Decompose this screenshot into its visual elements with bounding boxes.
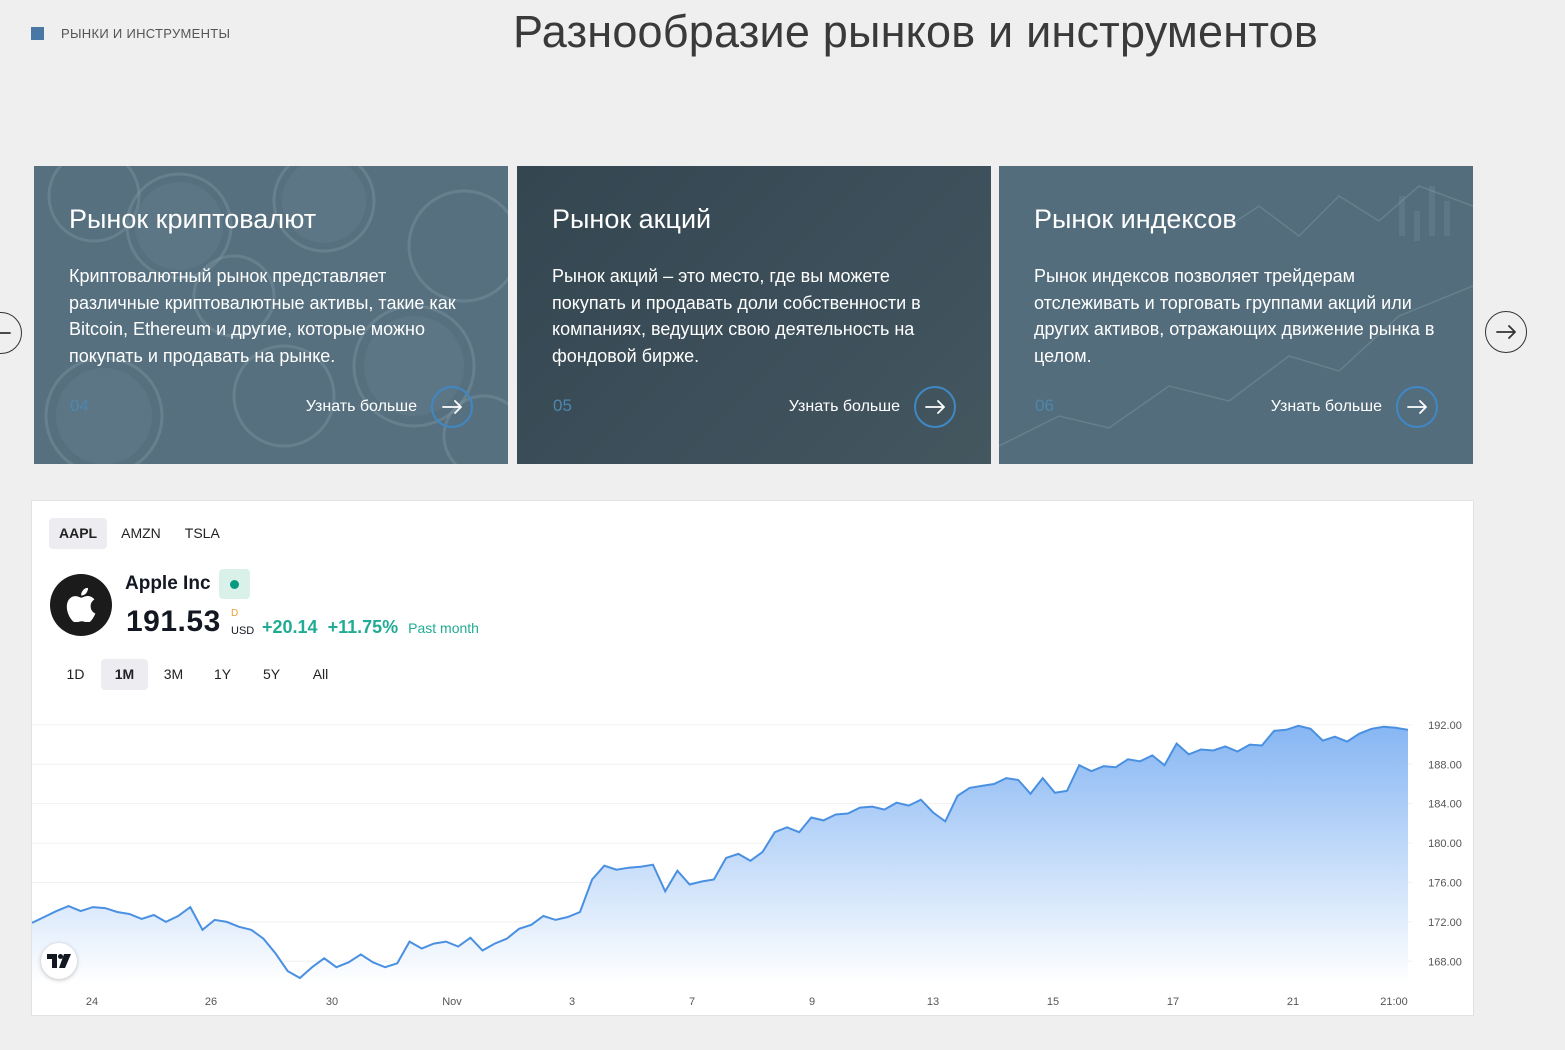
y-tick-label: 172.00 [1428, 917, 1462, 929]
card-number: 06 [1035, 396, 1054, 415]
y-tick-label: 180.00 [1428, 838, 1462, 850]
price-currency: USD [231, 625, 255, 637]
range-5y[interactable]: 5Y [248, 659, 295, 690]
apple-logo-icon [50, 574, 112, 636]
tab-aapl[interactable]: AAPL [49, 518, 108, 549]
tab-tsla[interactable]: TSLA [175, 518, 230, 549]
learn-more-label: Узнать больше [1270, 398, 1382, 415]
page-title: Разнообразие рынков и инструментов [513, 6, 1318, 57]
x-tick-label: 15 [1047, 996, 1059, 1008]
card-title: Рынок криптовалют [69, 204, 317, 234]
x-tick-label: 13 [927, 996, 939, 1008]
range-all[interactable]: All [297, 659, 344, 690]
card-title: Рынок акций [552, 204, 712, 234]
card-number: 04 [70, 396, 89, 415]
x-tick-label: 24 [86, 996, 98, 1008]
y-tick-label: 192.00 [1428, 720, 1462, 732]
tab-amzn[interactable]: AMZN [111, 518, 171, 549]
status-dot-icon [230, 579, 239, 589]
x-tick-label: Nov [442, 996, 462, 1008]
arrow-right-circle-icon[interactable] [1396, 386, 1438, 428]
arrow-right-circle-icon[interactable] [914, 386, 956, 428]
section-tag-label: РЫНКИ И ИНСТРУМЕНТЫ [61, 26, 231, 41]
y-tick-label: 168.00 [1428, 956, 1462, 968]
market-card-indices[interactable]: Рынок индексов Рынок индексов позволяет … [999, 166, 1473, 464]
stock-chart-widget: AAPL AMZN TSLA Apple Inc 191.53 D USD +2… [31, 500, 1474, 1016]
change-absolute: +20.14 [262, 617, 318, 637]
learn-more-label: Узнать больше [788, 398, 900, 415]
company-name: Apple Inc [125, 573, 211, 594]
section-tag: РЫНКИ И ИНСТРУМЕНТЫ [31, 26, 230, 41]
carousel-next-button[interactable] [1485, 311, 1527, 353]
market-card-stocks[interactable]: Рынок акций Рынок акций – это место, где… [517, 166, 991, 464]
price-change: +20.14 +11.75% Past month [262, 617, 479, 638]
arrow-right-circle-icon[interactable] [431, 386, 473, 428]
tradingview-logo-icon[interactable] [41, 943, 77, 979]
y-tick-label: 176.00 [1428, 877, 1462, 889]
range-1y[interactable]: 1Y [199, 659, 246, 690]
price-flag: D [231, 608, 239, 619]
change-period: Past month [408, 620, 479, 636]
learn-more-link[interactable]: Узнать больше [1271, 386, 1438, 428]
x-tick-label: 7 [689, 996, 695, 1008]
y-tick-label: 188.00 [1428, 759, 1462, 771]
card-description: Рынок акций – это место, где вы можете п… [552, 266, 921, 366]
x-tick-label: 17 [1167, 996, 1179, 1008]
price-chart[interactable]: 192.00 188.00 184.00 180.00 176.00 172.00 168.… [32, 701, 1473, 1013]
section-tag-square [31, 27, 44, 40]
x-tick-label: 21:00 [1380, 996, 1408, 1008]
card-description: Криптовалютный рынок представляет различ… [69, 266, 456, 366]
card-title: Рынок индексов [1034, 204, 1237, 234]
range-3m[interactable]: 3M [150, 659, 197, 690]
arrow-right-icon [1496, 325, 1516, 339]
symbol-tabs: AAPL AMZN TSLA [49, 518, 230, 549]
x-tick-label: 30 [326, 996, 338, 1008]
x-tick-label: 26 [205, 996, 217, 1008]
learn-more-link[interactable]: Узнать больше [306, 386, 473, 428]
x-tick-label: 9 [809, 996, 815, 1008]
y-tick-label: 184.00 [1428, 799, 1462, 811]
learn-more-link[interactable]: Узнать больше [789, 386, 956, 428]
market-card-crypto[interactable]: Рынок криптовалют Криптовалютный рынок п… [34, 166, 508, 464]
card-description: Рынок индексов позволяет трейдерам отсле… [1034, 266, 1435, 366]
change-percent: +11.75% [327, 617, 399, 637]
last-price: 191.53 [126, 605, 221, 638]
arrow-left-icon [0, 332, 11, 334]
range-selector: 1D 1M 3M 1Y 5Y All [52, 659, 344, 690]
x-tick-label: 3 [569, 996, 575, 1008]
learn-more-label: Узнать больше [305, 398, 417, 415]
range-1m[interactable]: 1M [101, 659, 148, 690]
carousel-prev-button[interactable] [0, 312, 22, 354]
x-tick-label: 21 [1287, 996, 1299, 1008]
card-number: 05 [553, 396, 572, 415]
market-status-badge [219, 569, 250, 599]
range-1d[interactable]: 1D [52, 659, 99, 690]
